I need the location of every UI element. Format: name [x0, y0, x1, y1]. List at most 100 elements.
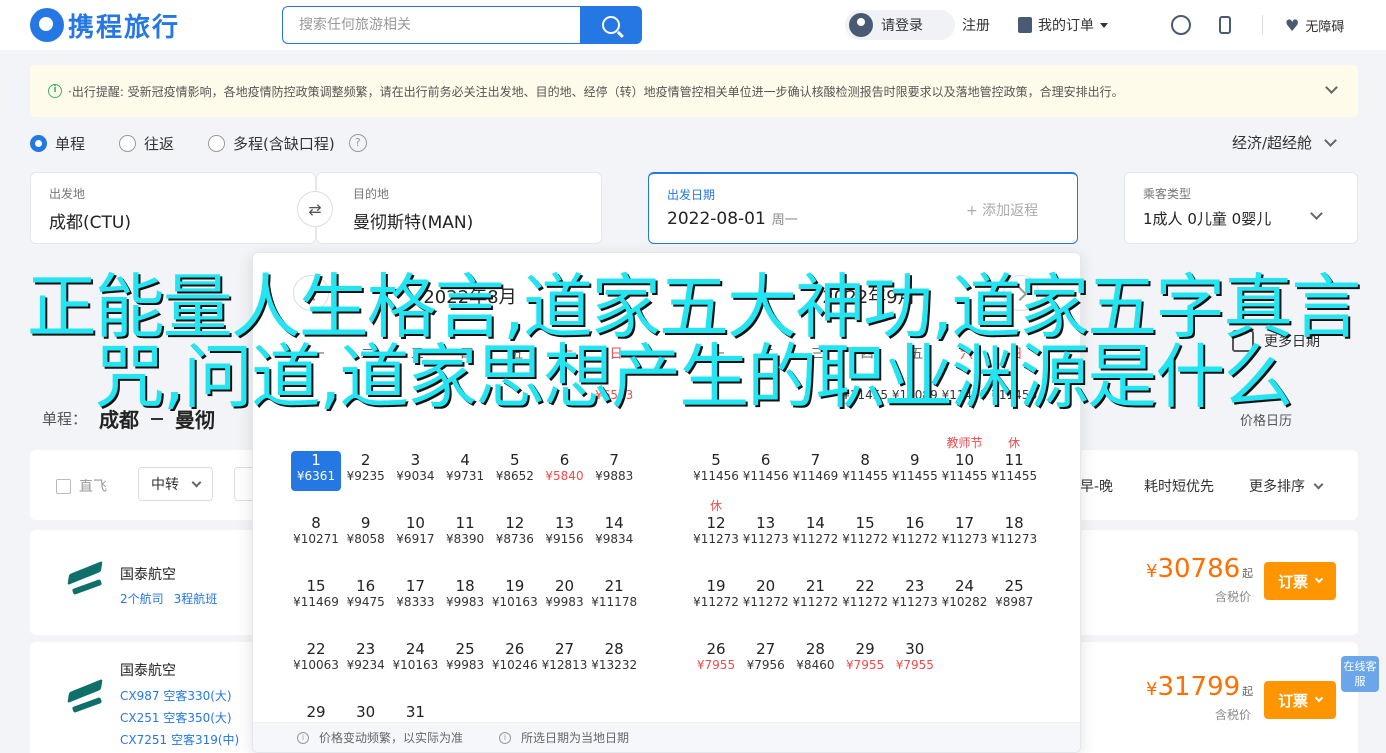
calendar-day[interactable]: 6 ¥11456 [741, 451, 791, 491]
calendar-day[interactable]: 20 ¥9983 [540, 577, 590, 617]
calendar-day[interactable]: 14 ¥11272 [790, 514, 840, 554]
site-search-button[interactable] [580, 6, 642, 44]
calendar-day[interactable]: 12 ¥8736 [490, 514, 540, 554]
departure-field[interactable]: 出发地 成都(CTU) [30, 172, 316, 244]
calendar-day[interactable]: 15 ¥11469 [291, 577, 341, 617]
expand-notice-icon[interactable] [1325, 81, 1338, 94]
calendar-day[interactable]: 9 ¥11455 [890, 451, 940, 491]
swap-cities-icon[interactable]: ⇄ [297, 191, 333, 227]
site-search-box[interactable] [282, 6, 580, 44]
calendar-day[interactable]: 17 ¥8333 [390, 577, 440, 617]
calendar-day[interactable]: 20 ¥11272 [741, 577, 791, 617]
calendar-day[interactable]: 13 ¥9156 [540, 514, 590, 554]
calendar-day[interactable]: 25 ¥9983 [440, 640, 490, 680]
calendar-day[interactable]: 3 ¥9034 [390, 451, 440, 491]
calendar-day[interactable]: 2 ¥9235 [341, 451, 391, 491]
help-icon[interactable]: ? [348, 134, 367, 152]
radio-oneway[interactable]: 单程 [30, 133, 85, 154]
calendar-day[interactable]: 18 ¥11273 [989, 514, 1039, 554]
register-link[interactable]: 注册 [962, 10, 990, 40]
calendar-day[interactable]: ¥11089 [890, 388, 940, 428]
calendar-day[interactable]: 28 ¥8460 [790, 640, 840, 680]
ctrip-logo[interactable]: 携程旅行 [30, 6, 180, 44]
passenger-field[interactable]: 乘客类型 1成人 0儿童 0婴儿 [1124, 172, 1358, 244]
next-month-button[interactable] [1003, 275, 1039, 311]
transfer-filter-dropdown[interactable]: 中转 [138, 467, 213, 501]
calendar-day[interactable]: 19 ¥10163 [490, 577, 540, 617]
accessibility-button[interactable]: ♥ 无障碍 [1285, 10, 1344, 40]
day-price: ¥11272 [792, 595, 839, 609]
book-button[interactable]: 订票 [1264, 562, 1336, 600]
calendar-day[interactable]: 10 ¥6917 [390, 514, 440, 554]
more-sort-dropdown[interactable]: 更多排序 [1249, 476, 1324, 496]
calendar-day[interactable]: ¥11455 [940, 388, 990, 428]
calendar-day[interactable]: 9 ¥8058 [341, 514, 391, 554]
prev-month-button[interactable] [293, 275, 329, 311]
calendar-day[interactable]: 休 12 ¥11273 [691, 499, 741, 554]
calendar-day[interactable]: 21 ¥11272 [790, 577, 840, 617]
cabin-class-select[interactable]: 经济/超经舱 [1232, 132, 1337, 153]
day-number: 1 [311, 451, 321, 469]
customer-service-button[interactable] [1171, 10, 1191, 40]
calendar-day[interactable]: 23 ¥9234 [341, 640, 391, 680]
radio-roundtrip[interactable]: 往返 [119, 133, 174, 154]
calendar-day[interactable]: 11 ¥8390 [440, 514, 490, 554]
flight-segment[interactable]: CX7251 空客319(中) [120, 731, 239, 748]
calendar-day[interactable]: 4 ¥9731 [440, 451, 490, 491]
calendar-day[interactable]: 7 ¥9883 [589, 451, 639, 491]
calendar-day[interactable]: 15 ¥11272 [840, 514, 890, 554]
add-return-button[interactable]: + 添加返程 [966, 200, 1038, 220]
calendar-day[interactable]: 8 ¥10271 [291, 514, 341, 554]
calendar-day[interactable]: 29 ¥7955 [840, 640, 890, 680]
more-dates-button[interactable]: 更多日期 [1232, 330, 1320, 352]
calendar-day[interactable]: 22 ¥11272 [840, 577, 890, 617]
calendar-day[interactable]: 8 ¥11455 [840, 451, 890, 491]
price-calendar-link[interactable]: 价格日历 [1240, 410, 1292, 429]
calendar-day[interactable]: 13 ¥11273 [741, 514, 791, 554]
calendar-day[interactable]: 14 ¥9834 [589, 514, 639, 554]
calendar-day[interactable]: 5 ¥8652 [490, 451, 540, 491]
online-service-button[interactable]: 在线客服 [1341, 656, 1379, 692]
mobile-app-button[interactable] [1219, 10, 1235, 40]
site-search-input[interactable] [283, 7, 580, 43]
calendar-day[interactable]: 19 ¥11272 [691, 577, 741, 617]
calendar-day[interactable]: 28 ¥13232 [589, 640, 639, 680]
calendar-day[interactable]: ¥11456 [989, 388, 1039, 428]
flight-segments[interactable]: 2个航司 3程航班 [120, 590, 227, 607]
calendar-day[interactable]: 25 ¥8987 [989, 577, 1039, 617]
calendar-day[interactable]: 休 11 ¥11455 [989, 436, 1039, 491]
calendar-day[interactable]: 16 ¥11272 [890, 514, 940, 554]
calendar-day[interactable]: 教师节 10 ¥11455 [940, 436, 990, 491]
flight-segment[interactable]: CX987 空客330(大) [120, 687, 232, 704]
calendar-day[interactable]: 27 ¥12813 [540, 640, 590, 680]
calendar-day[interactable]: 18 ¥9983 [440, 577, 490, 617]
calendar-day[interactable]: 21 ¥11178 [589, 577, 639, 617]
calendar-day[interactable]: 16 ¥9475 [341, 577, 391, 617]
calendar-day[interactable]: 27 ¥7956 [741, 640, 791, 680]
day-number: 8 [311, 514, 321, 532]
calendar-day[interactable]: 1 ¥6361 [291, 451, 341, 491]
calendar-day[interactable]: 5 ¥11456 [691, 451, 741, 491]
calendar-day[interactable]: 7 ¥11469 [790, 451, 840, 491]
arrival-field[interactable]: 目的地 曼彻斯特(MAN) [316, 172, 602, 244]
flight-segment[interactable]: CX251 空客350(大) [120, 709, 232, 726]
book-button[interactable]: 订票 [1264, 681, 1336, 719]
radio-multi[interactable]: 多程(含缺口程) [208, 133, 335, 154]
calendar-day[interactable]: ¥11455 [840, 388, 890, 428]
calendar-day[interactable]: 22 ¥10063 [291, 640, 341, 680]
calendar-day[interactable]: 6 ¥5840 [540, 451, 590, 491]
calendar-day[interactable]: 24 ¥10282 [940, 577, 990, 617]
calendar-day[interactable]: 26 ¥7955 [691, 640, 741, 680]
my-orders-menu[interactable]: 我的订单 [1018, 10, 1108, 40]
calendar-day[interactable]: 23 ¥11273 [890, 577, 940, 617]
day-number: 26 [505, 640, 525, 658]
sort-by-time[interactable]: 早-晚 [1080, 476, 1113, 496]
direct-only-checkbox[interactable]: 直飞 [56, 476, 107, 496]
login-button[interactable]: 请登录 [845, 10, 955, 40]
sort-by-duration[interactable]: 耗时短优先 [1144, 476, 1214, 496]
calendar-day[interactable]: 17 ¥11273 [940, 514, 990, 554]
calendar-day[interactable]: 24 ¥10163 [390, 640, 440, 680]
calendar-day[interactable]: ¥6543 [589, 388, 639, 428]
calendar-day[interactable]: 30 ¥7955 [890, 640, 940, 680]
calendar-day[interactable]: 26 ¥10246 [490, 640, 540, 680]
